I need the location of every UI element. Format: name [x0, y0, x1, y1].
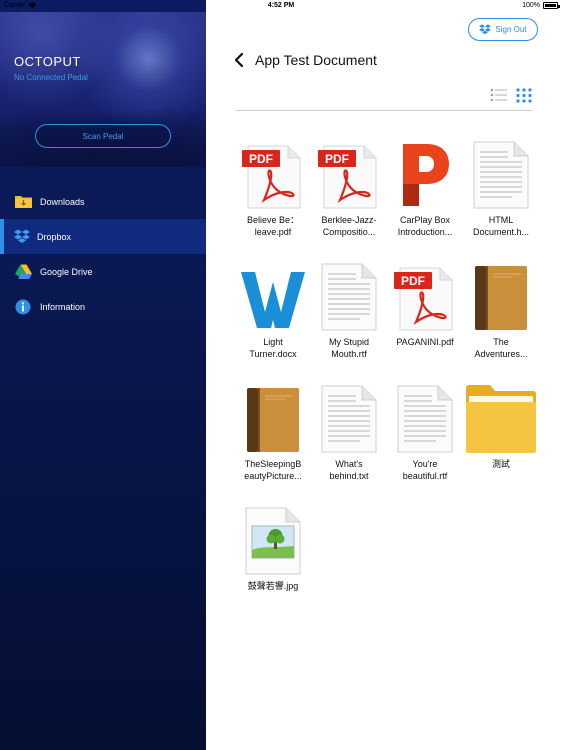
file-name-line: leave.pdf: [254, 227, 292, 237]
file-name-line: Berklee-Jazz-: [321, 215, 377, 225]
svg-text:PDF: PDF: [401, 274, 425, 288]
google-drive-icon: [13, 262, 33, 282]
sidebar-item-label: Downloads: [40, 196, 85, 207]
file-name: PAGANINI.pdf: [388, 336, 462, 348]
svg-text:PDF: PDF: [249, 152, 273, 166]
file-name-line: eautyPicture...: [244, 471, 302, 481]
sidebar-item-label: Information: [40, 301, 86, 312]
file-name-line: 測試: [491, 459, 510, 469]
folder-icon: [464, 376, 538, 454]
file-name-line: TheSleepingB: [244, 459, 302, 469]
file-name: My Stupid Mouth.rtf: [312, 336, 386, 360]
file-name: 鼓聲若響.jpg: [236, 580, 310, 592]
file-item[interactable]: 鼓聲若響.jpg: [236, 498, 310, 592]
file-name-line: Believe Be：: [246, 215, 300, 225]
main-panel: Sign Out App Test Document PDF Believe B…: [206, 0, 562, 750]
file-name-line: beautiful.rtf: [402, 471, 448, 481]
dropbox-icon: [479, 24, 492, 35]
folder-download-icon: [13, 192, 33, 212]
file-item[interactable]: CarPlay Box Introduction...: [388, 132, 462, 238]
file-item[interactable]: My Stupid Mouth.rtf: [312, 254, 386, 360]
file-name-line: My Stupid: [328, 337, 370, 347]
text-file-icon: [312, 376, 386, 454]
sidebar-item-downloads[interactable]: Downloads: [0, 184, 206, 219]
page-title: App Test Document: [255, 52, 377, 68]
svg-text:PDF: PDF: [325, 152, 349, 166]
sign-out-label: Sign Out: [495, 25, 527, 34]
battery-icon: [543, 2, 560, 9]
file-name: HTML Document.h...: [464, 214, 538, 238]
title-bar: App Test Document: [234, 51, 377, 69]
file-name-line: PAGANINI.pdf: [396, 337, 454, 347]
file-item[interactable]: What's behind.txt: [312, 376, 386, 482]
file-name-line: HTML: [488, 215, 514, 225]
sidebar-nav: Downloads Dropbox Google Drive Informati…: [0, 184, 206, 324]
file-name-line: Light: [263, 337, 283, 347]
file-name-line: 鼓聲若響.jpg: [247, 581, 299, 591]
text-file-icon: [388, 376, 462, 454]
app-screen: Carrier 4:52 PM 100% OCTOPUT No Connecte…: [0, 0, 562, 750]
book-file-icon: [236, 376, 310, 454]
file-name: What's behind.txt: [312, 458, 386, 482]
file-item[interactable]: Light Turner.docx: [236, 254, 310, 360]
sidebar: OCTOPUT No Connected Pedal Scan Pedal Do…: [0, 0, 206, 750]
sidebar-item-information[interactable]: Information: [0, 289, 206, 324]
file-name-line: Introduction...: [397, 227, 453, 237]
file-item[interactable]: PDF PAGANINI.pdf: [388, 254, 462, 348]
info-icon: [13, 297, 33, 317]
file-name-line: What's: [335, 459, 363, 469]
file-item[interactable]: HTML Document.h...: [464, 132, 538, 238]
text-file-icon: [464, 132, 538, 210]
sign-out-button[interactable]: Sign Out: [468, 18, 538, 41]
sidebar-item-google-drive[interactable]: Google Drive: [0, 254, 206, 289]
file-item[interactable]: You're beautiful.rtf: [388, 376, 462, 482]
sidebar-item-label: Google Drive: [40, 266, 93, 277]
file-name: 測試: [464, 458, 538, 470]
back-chevron-icon[interactable]: [234, 51, 248, 69]
file-name-line: You're: [412, 459, 438, 469]
file-name-line: Document.h...: [472, 227, 530, 237]
file-name: Berklee-Jazz- Compositio...: [312, 214, 386, 238]
pages-file-icon: [388, 132, 462, 210]
file-item[interactable]: The Adventures...: [464, 254, 538, 360]
battery-indicator: 100%: [522, 2, 560, 9]
file-name-line: Adventures...: [474, 349, 528, 359]
book-file-icon: [464, 254, 538, 332]
grid-view-icon[interactable]: [516, 88, 532, 103]
pdf-file-icon: PDF: [388, 254, 462, 332]
file-item[interactable]: TheSleepingB eautyPicture...: [236, 376, 310, 482]
file-name-line: Turner.docx: [249, 349, 297, 359]
file-item[interactable]: PDF Berklee-Jazz- Compositio...: [312, 132, 386, 238]
file-name: Light Turner.docx: [236, 336, 310, 360]
file-name: CarPlay Box Introduction...: [388, 214, 462, 238]
app-name: OCTOPUT: [14, 54, 81, 69]
file-item[interactable]: PDF Believe Be： leave.pdf: [236, 132, 310, 238]
file-item[interactable]: 測試: [464, 376, 538, 470]
battery-percent: 100%: [522, 2, 540, 9]
file-name-line: Compositio...: [322, 227, 376, 237]
scan-pedal-button[interactable]: Scan Pedal: [35, 124, 171, 148]
pdf-file-icon: PDF: [312, 132, 386, 210]
file-name-line: CarPlay Box: [399, 215, 451, 225]
dropbox-icon: [12, 227, 32, 247]
text-file-icon: [312, 254, 386, 332]
pdf-file-icon: PDF: [236, 132, 310, 210]
file-name-line: Mouth.rtf: [331, 349, 367, 359]
file-name: You're beautiful.rtf: [388, 458, 462, 482]
status-bar: Carrier 4:52 PM 100%: [0, 0, 562, 12]
file-name: TheSleepingB eautyPicture...: [236, 458, 310, 482]
image-file-icon: [236, 498, 310, 576]
list-view-icon[interactable]: [490, 88, 508, 102]
sidebar-item-dropbox[interactable]: Dropbox: [0, 219, 206, 254]
file-name-line: behind.txt: [329, 471, 369, 481]
file-name: Believe Be： leave.pdf: [236, 214, 310, 238]
sidebar-item-label: Dropbox: [37, 231, 72, 242]
pedal-status: No Connected Pedal: [14, 73, 88, 82]
file-name-line: The: [493, 337, 509, 347]
file-name: The Adventures...: [464, 336, 538, 360]
header-divider: [236, 110, 532, 111]
word-file-icon: [236, 254, 310, 332]
status-time: 4:52 PM: [267, 2, 295, 9]
view-toggle-group: [490, 88, 532, 103]
